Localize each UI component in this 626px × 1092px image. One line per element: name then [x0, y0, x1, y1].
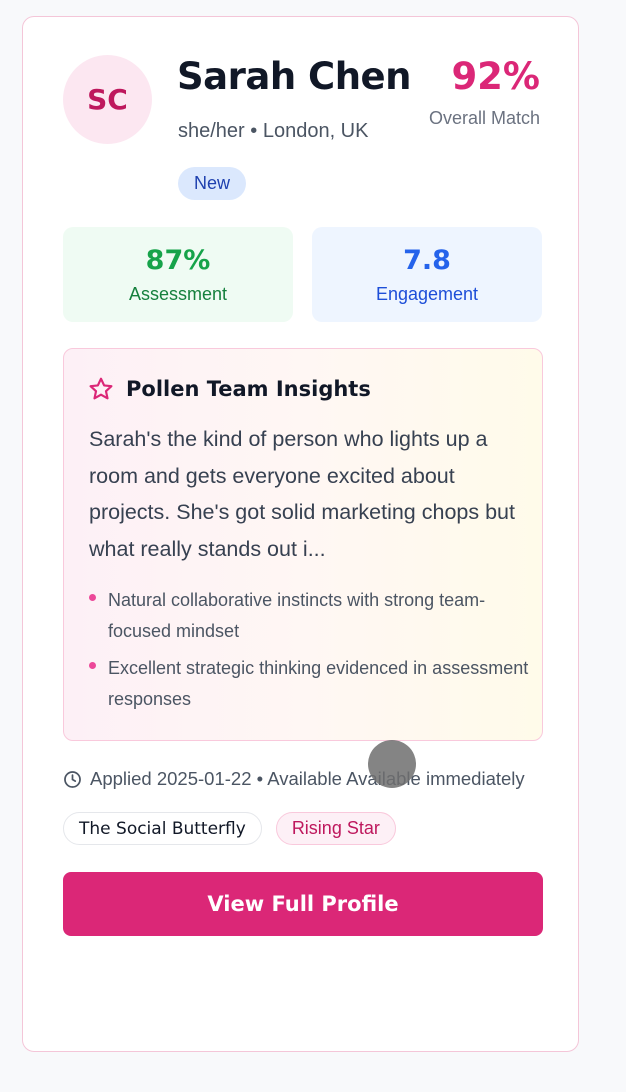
- insights-highlights: Natural collaborative instincts with str…: [89, 585, 529, 721]
- clock-icon: [63, 770, 82, 789]
- highlight-text: Natural collaborative instincts with str…: [108, 590, 486, 641]
- list-item: Natural collaborative instincts with str…: [89, 585, 529, 647]
- list-item: Excellent strategic thinking evidenced i…: [89, 653, 529, 715]
- touch-cursor: [368, 740, 416, 788]
- avatar: SC: [63, 55, 152, 144]
- availability-line: Applied 2025-01-22 • Available Available…: [63, 768, 525, 790]
- overall-match-value: 92%: [451, 55, 540, 98]
- tag-social-butterfly: The Social Butterfly: [63, 812, 262, 845]
- tag-list: The Social Butterfly Rising Star: [63, 812, 410, 845]
- candidate-meta: she/her • London, UK: [178, 120, 369, 142]
- highlight-text: Excellent strategic thinking evidenced i…: [108, 658, 529, 709]
- engagement-label: Engagement: [375, 283, 479, 304]
- candidate-name: Sarah Chen: [177, 55, 411, 98]
- assessment-stat: 87% Assessment: [63, 227, 293, 322]
- insights-panel: Pollen Team Insights Sarah's the kind of…: [63, 348, 543, 741]
- insights-header: Pollen Team Insights: [88, 376, 371, 402]
- insights-summary: Sarah's the kind of person who lights up…: [89, 427, 515, 561]
- candidate-card: SC Sarah Chen she/her • London, UK New 9…: [22, 16, 579, 1052]
- assessment-label: Assessment: [128, 283, 228, 304]
- bullet-dot-icon: [89, 594, 96, 601]
- status-badge: New: [178, 167, 247, 200]
- overall-match-label: Overall Match: [428, 108, 540, 128]
- availability-text: Applied 2025-01-22 • Available Available…: [90, 768, 525, 789]
- engagement-value: 7.8: [403, 244, 451, 276]
- view-full-profile-button[interactable]: View Full Profile: [63, 872, 543, 936]
- star-icon: [88, 376, 114, 402]
- tag-rising-star: Rising Star: [275, 812, 396, 845]
- insights-title: Pollen Team Insights: [126, 377, 371, 401]
- engagement-stat: 7.8 Engagement: [312, 227, 542, 322]
- bullet-dot-icon: [89, 662, 96, 669]
- assessment-value: 87%: [145, 244, 211, 276]
